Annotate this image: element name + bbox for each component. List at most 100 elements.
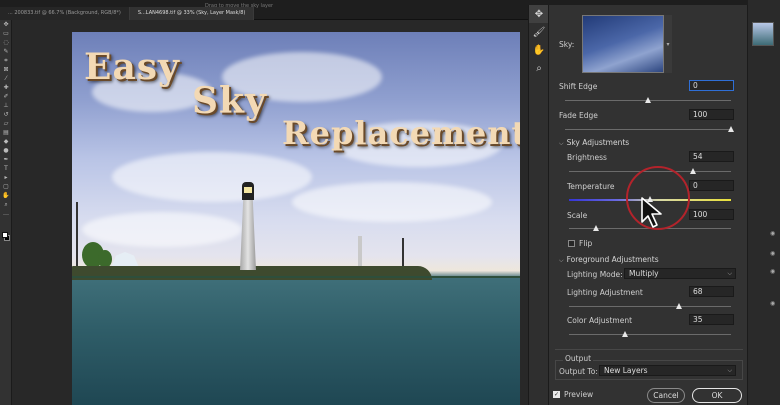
- output-title: Output: [563, 354, 594, 363]
- sky-adjustments-header[interactable]: ⌵ Sky Adjustments: [559, 138, 629, 148]
- type-tool-icon[interactable]: T: [0, 164, 12, 173]
- shoreline: [72, 276, 520, 278]
- dodge-tool-icon[interactable]: ●: [0, 146, 12, 155]
- shift-edge-input[interactable]: 0: [689, 80, 734, 91]
- lighthouse-tower: [240, 200, 256, 270]
- lighting-adjustment-slider-handle[interactable]: [675, 303, 682, 309]
- pier-post: [402, 238, 404, 268]
- healing-tool-icon[interactable]: ✚: [0, 83, 12, 92]
- brush-icon[interactable]: 🖌: [529, 23, 549, 41]
- brush-tool-icon[interactable]: ✐: [0, 92, 12, 101]
- flip-label: Flip: [579, 239, 593, 248]
- document-tabs: ... 200833.tif @ 66.7% (Background, RGB/…: [0, 7, 255, 20]
- sky-replacement-tools: ✥ 🖌 ✋ ⌕: [528, 5, 549, 405]
- scale-input[interactable]: 100: [689, 209, 734, 220]
- chevron-down-icon: ⌵: [727, 270, 732, 277]
- hand-icon[interactable]: ✋: [529, 41, 549, 59]
- brightness-slider-handle[interactable]: [690, 168, 697, 174]
- lasso-tool-icon[interactable]: ◌: [0, 38, 12, 47]
- fade-edge-slider-handle[interactable]: [727, 126, 734, 132]
- temperature-input[interactable]: 0: [689, 180, 734, 191]
- hand-tool-icon[interactable]: ✋: [0, 191, 12, 200]
- foreground-color-swatch[interactable]: [2, 232, 8, 238]
- photoshop-window: Drag to move the sky layer ... 200833.ti…: [0, 0, 780, 405]
- pen-tool-icon[interactable]: ✒: [0, 155, 12, 164]
- lighthouse: [237, 182, 259, 270]
- marquee-tool-icon[interactable]: ▭: [0, 29, 12, 38]
- lighting-adjustment-slider[interactable]: [569, 306, 731, 307]
- blur-tool-icon[interactable]: ◆: [0, 137, 12, 146]
- chevron-down-icon: ⌵: [727, 367, 732, 374]
- fade-edge-slider[interactable]: [565, 129, 731, 130]
- ok-button[interactable]: OK: [692, 388, 742, 403]
- color-adjustment-input[interactable]: 35: [689, 314, 734, 325]
- flip-checkbox[interactable]: [568, 240, 575, 247]
- overlay-title-easy: Easy: [84, 46, 180, 88]
- brightness-label: Brightness: [567, 153, 607, 162]
- tab-document-1[interactable]: ... 200833.tif @ 66.7% (Background, RGB/…: [0, 7, 130, 20]
- sky-preset-dropdown-icon[interactable]: ▾: [664, 15, 672, 73]
- chevron-down-icon: ⌵: [559, 140, 564, 147]
- preview-checkbox[interactable]: ✓: [553, 391, 560, 398]
- layer-visibility-icon[interactable]: ◉: [770, 268, 775, 275]
- shift-edge-slider-handle[interactable]: [644, 97, 651, 103]
- tools-panel: ✥ ▭ ◌ ✎ ⌗ ⊠ ⁄ ✚ ✐ ⊥ ↺ ▱ ▤ ◆ ● ✒ T ▸ ▢ ✋ …: [0, 20, 12, 405]
- stamp-tool-icon[interactable]: ⊥: [0, 101, 12, 110]
- layer-visibility-icon[interactable]: ◉: [770, 230, 775, 237]
- lighthouse-light: [244, 187, 252, 193]
- fade-edge-input[interactable]: 100: [689, 109, 734, 120]
- small-beacon: [358, 236, 362, 268]
- frame-tool-icon[interactable]: ⊠: [0, 65, 12, 74]
- zoom-icon[interactable]: ⌕: [529, 59, 549, 77]
- quick-select-tool-icon[interactable]: ✎: [0, 47, 12, 56]
- cancel-button[interactable]: Cancel: [647, 388, 685, 403]
- eyedropper-tool-icon[interactable]: ⁄: [0, 74, 12, 83]
- output-to-value: New Layers: [604, 366, 648, 375]
- move-tool-icon[interactable]: ✥: [0, 20, 12, 29]
- scale-slider-handle[interactable]: [593, 225, 600, 231]
- color-adjustment-slider-handle[interactable]: [622, 331, 629, 337]
- chevron-down-icon: ⌵: [559, 257, 564, 264]
- lighting-mode-value: Multiply: [629, 269, 659, 278]
- cloud: [82, 212, 242, 247]
- arrow-cursor-icon: [641, 197, 662, 228]
- tab-document-2[interactable]: S...LAN4698.tif @ 33% (Sky, Layer Mask/8…: [129, 7, 255, 20]
- lighting-adjustment-input[interactable]: 68: [689, 286, 734, 297]
- fade-edge-label: Fade Edge: [559, 111, 598, 120]
- output-to-select[interactable]: New Layers ⌵: [599, 365, 736, 376]
- output-to-label: Output To:: [559, 367, 598, 376]
- temperature-label: Temperature: [567, 182, 615, 191]
- lighting-adjustment-label: Lighting Adjustment: [567, 288, 643, 297]
- layers-panel-edge: [748, 0, 780, 405]
- shape-tool-icon[interactable]: ▢: [0, 182, 12, 191]
- gradient-tool-icon[interactable]: ▤: [0, 128, 12, 137]
- layer-thumbnail[interactable]: [752, 22, 774, 46]
- foreground-adjustments-header[interactable]: ⌵ Foreground Adjustments: [559, 255, 659, 265]
- overlay-title-replacement: Replacement: [282, 114, 520, 152]
- layer-visibility-icon[interactable]: ◉: [770, 250, 775, 257]
- history-brush-tool-icon[interactable]: ↺: [0, 110, 12, 119]
- sky-adjustments-title: Sky Adjustments: [566, 138, 630, 147]
- color-adjustment-label: Color Adjustment: [567, 316, 633, 325]
- sky-preset-thumbnail[interactable]: [582, 15, 664, 73]
- lighting-mode-label: Lighting Mode:: [567, 270, 623, 279]
- shift-edge-label: Shift Edge: [559, 82, 598, 91]
- sky-label: Sky:: [559, 40, 575, 49]
- overlay-title-sky: Sky: [192, 80, 267, 122]
- crop-tool-icon[interactable]: ⌗: [0, 56, 12, 65]
- foreground-adjustments-title: Foreground Adjustments: [566, 255, 659, 264]
- move-icon[interactable]: ✥: [529, 5, 549, 23]
- canvas-area[interactable]: Easy Sky Replacement: [12, 20, 528, 405]
- divider: [555, 349, 743, 350]
- color-adjustment-slider[interactable]: [569, 334, 731, 335]
- document-image[interactable]: Easy Sky Replacement: [72, 32, 520, 405]
- preview-label: Preview: [564, 390, 594, 399]
- cloud: [112, 152, 312, 202]
- lighting-mode-select[interactable]: Multiply ⌵: [624, 268, 736, 279]
- more-tools-icon[interactable]: …: [0, 209, 12, 218]
- path-select-tool-icon[interactable]: ▸: [0, 173, 12, 182]
- layer-visibility-icon[interactable]: ◉: [770, 300, 775, 307]
- zoom-tool-icon[interactable]: ⌕: [0, 200, 12, 209]
- eraser-tool-icon[interactable]: ▱: [0, 119, 12, 128]
- brightness-input[interactable]: 54: [689, 151, 734, 162]
